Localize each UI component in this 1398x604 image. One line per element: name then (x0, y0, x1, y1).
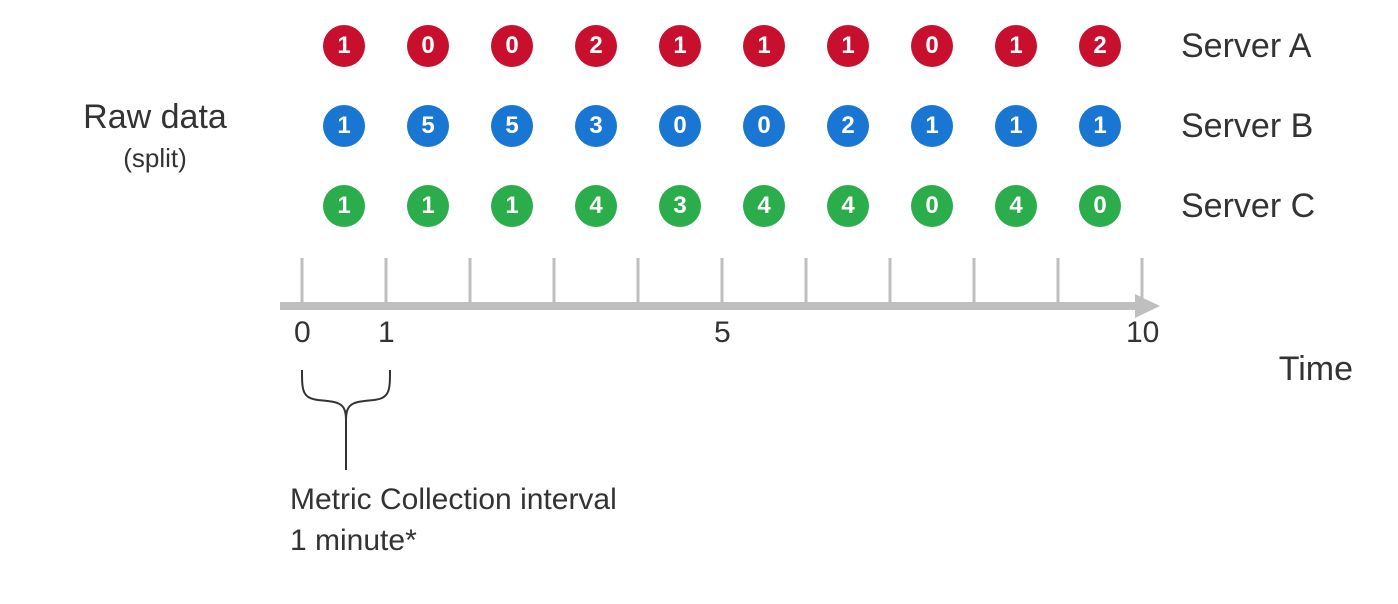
datapoint: 0 (659, 105, 701, 147)
datapoint: 4 (827, 185, 869, 227)
datapoint: 2 (575, 25, 617, 67)
row-server-b: 1 5 5 3 0 0 2 1 1 1 Server B (323, 105, 1315, 147)
datapoint: 1 (995, 25, 1037, 67)
datapoint: 1 (407, 185, 449, 227)
datapoint: 5 (407, 105, 449, 147)
datapoint: 1 (323, 185, 365, 227)
raw-data-title: Raw data (55, 98, 255, 137)
row-server-c: 1 1 1 4 3 4 4 0 4 0 Server C (323, 185, 1315, 227)
datapoint: 0 (1079, 185, 1121, 227)
datapoint: 4 (575, 185, 617, 227)
datapoint: 4 (995, 185, 1037, 227)
datapoint: 1 (659, 25, 701, 67)
datapoint: 1 (827, 25, 869, 67)
datapoint: 2 (827, 105, 869, 147)
datapoint: 1 (323, 25, 365, 67)
datapoint: 5 (491, 105, 533, 147)
interval-brace (298, 370, 398, 470)
datapoint: 0 (911, 185, 953, 227)
datapoint: 0 (911, 25, 953, 67)
datapoint: 1 (743, 25, 785, 67)
server-b-label: Server B (1181, 107, 1313, 146)
datapoint: 1 (911, 105, 953, 147)
tick-5: 5 (714, 316, 731, 350)
datapoint: 0 (407, 25, 449, 67)
server-c-label: Server C (1181, 187, 1315, 226)
raw-data-split-diagram: Raw data (split) 1 0 0 2 1 1 1 0 1 2 Ser… (0, 0, 1398, 604)
data-rows: 1 0 0 2 1 1 1 0 1 2 Server A 1 5 5 3 0 0… (323, 25, 1315, 265)
time-axis: 0 1 5 10 (280, 258, 1160, 328)
datapoint: 3 (659, 185, 701, 227)
interval-note-line2: 1 minute* (290, 521, 617, 562)
datapoint: 4 (743, 185, 785, 227)
datapoint: 3 (575, 105, 617, 147)
left-label-block: Raw data (split) (55, 98, 255, 174)
raw-data-subtitle: (split) (55, 143, 255, 174)
datapoint: 1 (323, 105, 365, 147)
server-a-label: Server A (1181, 27, 1311, 66)
datapoint: 1 (995, 105, 1037, 147)
row-server-a: 1 0 0 2 1 1 1 0 1 2 Server A (323, 25, 1315, 67)
tick-1: 1 (378, 316, 395, 350)
datapoint: 2 (1079, 25, 1121, 67)
datapoint: 1 (491, 185, 533, 227)
datapoint: 1 (1079, 105, 1121, 147)
tick-0: 0 (294, 316, 311, 350)
time-axis-label: Time (1279, 350, 1353, 389)
tick-10: 10 (1126, 316, 1159, 350)
datapoint: 0 (491, 25, 533, 67)
interval-note-line1: Metric Collection interval (290, 480, 617, 521)
datapoint: 0 (743, 105, 785, 147)
interval-note: Metric Collection interval 1 minute* (290, 480, 617, 561)
